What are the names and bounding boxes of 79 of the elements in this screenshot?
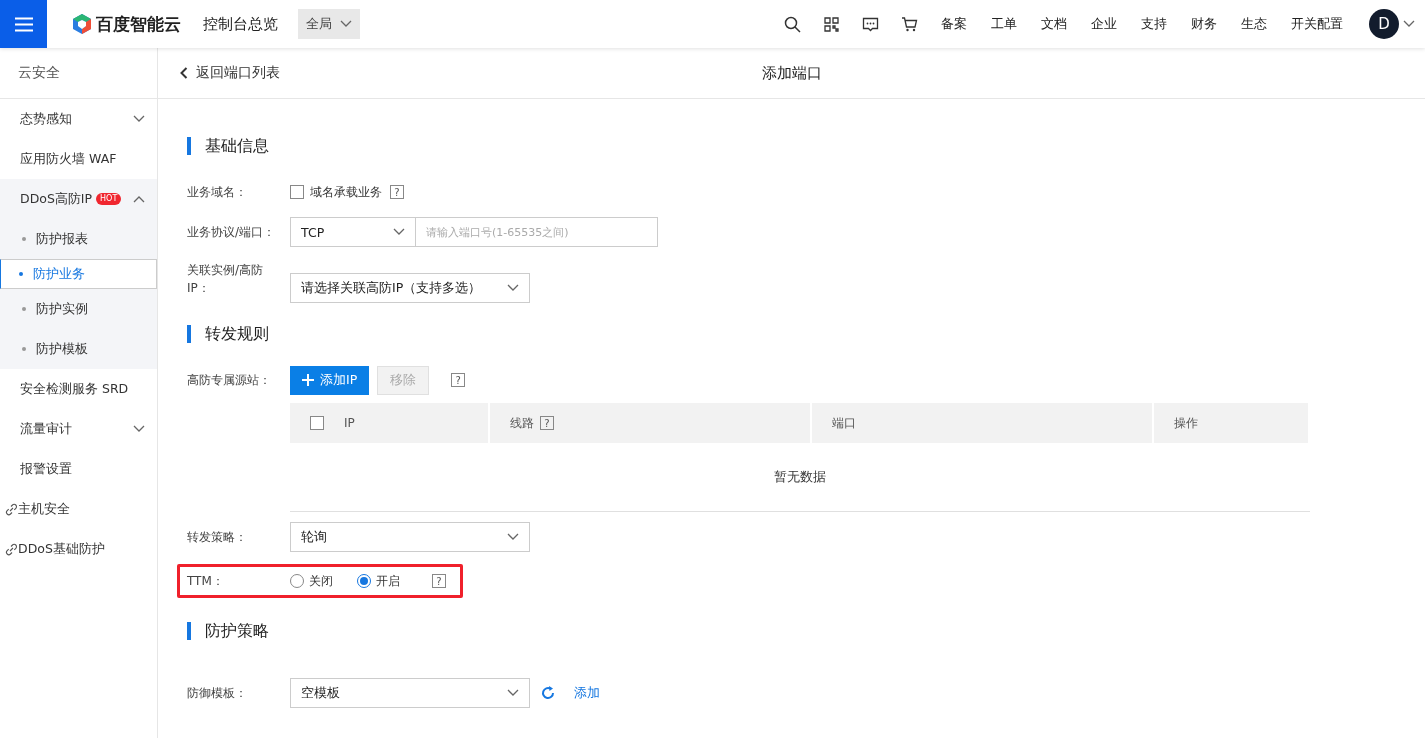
field-label: 业务域名： xyxy=(187,184,248,201)
nav-link[interactable]: 财务 xyxy=(1191,15,1217,33)
chevron-icon xyxy=(340,20,352,28)
radio-option[interactable]: 关闭 xyxy=(290,572,333,590)
sidebar-subitem[interactable]: 防护报表 xyxy=(0,219,157,259)
column-header: 端口 xyxy=(832,414,856,432)
sidebar-title: 云安全 xyxy=(0,48,157,99)
sidebar-item[interactable]: 流量审计 xyxy=(0,409,157,449)
console-link[interactable]: 控制台总览 xyxy=(203,14,278,34)
brand-name: 百度智能云 xyxy=(96,12,181,36)
nav-link[interactable]: 企业 xyxy=(1091,15,1117,33)
template-select[interactable]: 空模板 xyxy=(290,678,530,708)
chevron-icon xyxy=(507,689,519,697)
add-ip-button[interactable]: 添加IP xyxy=(290,365,370,395)
sidebar-subitem[interactable]: 防护实例 xyxy=(0,289,157,329)
protocol-select[interactable]: TCP xyxy=(290,217,416,247)
sidebar-item[interactable]: DDoS基础防护 xyxy=(0,529,157,569)
radio-option[interactable]: 开启 xyxy=(357,572,400,590)
chevron-icon xyxy=(507,284,519,292)
nav-link[interactable]: 备案 xyxy=(941,15,967,33)
select-all-checkbox[interactable] xyxy=(310,416,324,430)
logo-icon xyxy=(72,13,92,35)
sidebar-subitem[interactable]: 防护模板 xyxy=(0,329,157,369)
chevron-icon xyxy=(507,533,519,541)
grid-icon[interactable] xyxy=(823,15,840,33)
nav-link[interactable]: 文档 xyxy=(1041,15,1067,33)
sidebar-item[interactable]: 应用防火墙 WAF xyxy=(0,139,157,179)
sidebar-item[interactable]: 主机安全 xyxy=(0,489,157,529)
column-header: 操作 xyxy=(1174,414,1198,432)
field-label: 转发策略： xyxy=(187,529,248,546)
column-header: IP xyxy=(344,416,355,430)
caret-icon xyxy=(1403,20,1415,28)
nav-link[interactable]: 支持 xyxy=(1141,15,1167,33)
section-title: 转发规则 xyxy=(205,323,269,345)
dropdown-select[interactable]: 请选择关联高防IP（支持多选） xyxy=(290,273,530,303)
message-icon[interactable] xyxy=(862,15,879,33)
menu-button[interactable] xyxy=(0,0,47,48)
add-link[interactable]: 添加 xyxy=(574,684,600,702)
chevron-icon xyxy=(133,195,145,203)
chevron-icon xyxy=(393,228,405,236)
plus-icon xyxy=(302,374,314,386)
help-icon[interactable]: ? xyxy=(451,373,466,387)
field-label: 业务协议/端口： xyxy=(187,224,277,241)
link-icon xyxy=(5,542,18,556)
nav-link[interactable]: 生态 xyxy=(1241,15,1267,33)
sidebar-item[interactable]: 安全检测服务 SRD xyxy=(0,369,157,409)
help-icon[interactable]: ? xyxy=(432,574,446,588)
checkbox-option[interactable]: 域名承载业务 xyxy=(290,183,382,201)
field-label: 防御模板： xyxy=(187,685,248,702)
port-input[interactable]: 请输入端口号(1-65535之间) xyxy=(416,217,658,247)
help-icon[interactable]: ? xyxy=(390,185,404,199)
section-title: 防护策略 xyxy=(205,620,269,642)
field-label: TTM： xyxy=(187,573,225,590)
link-icon xyxy=(5,502,18,516)
sidebar-item[interactable]: 报警设置 xyxy=(0,449,157,489)
sidebar-item[interactable]: 态势感知 xyxy=(0,99,157,139)
back-icon xyxy=(180,67,188,79)
dropdown-select[interactable]: 轮询 xyxy=(290,522,530,552)
region-select[interactable]: 全局 xyxy=(298,9,360,39)
field-label: 关联实例/高防IP： xyxy=(187,262,265,297)
empty-message: 暂无数据 xyxy=(774,468,826,486)
back-link[interactable]: 返回端口列表 xyxy=(180,64,280,82)
nav-link[interactable]: 工单 xyxy=(991,15,1017,33)
user-avatar[interactable]: D xyxy=(1369,9,1399,39)
cart-icon[interactable] xyxy=(901,15,918,33)
section-title: 基础信息 xyxy=(205,135,269,157)
search-icon[interactable] xyxy=(784,15,801,33)
sidebar-item[interactable]: DDoS高防IP HOT xyxy=(0,179,157,219)
refresh-icon[interactable] xyxy=(540,685,556,701)
column-header: 线路 xyxy=(510,414,534,432)
nav-link[interactable]: 开关配置 xyxy=(1291,15,1343,33)
field-label: 高防专属源站： xyxy=(187,372,272,389)
menu-icon xyxy=(14,16,33,32)
chevron-icon xyxy=(133,425,145,433)
page-title: 添加端口 xyxy=(761,63,822,83)
chevron-icon xyxy=(133,115,145,123)
help-icon[interactable]: ? xyxy=(540,416,554,430)
sidebar-subitem[interactable]: 防护业务 xyxy=(0,259,157,289)
hot-badge: HOT xyxy=(96,193,122,205)
